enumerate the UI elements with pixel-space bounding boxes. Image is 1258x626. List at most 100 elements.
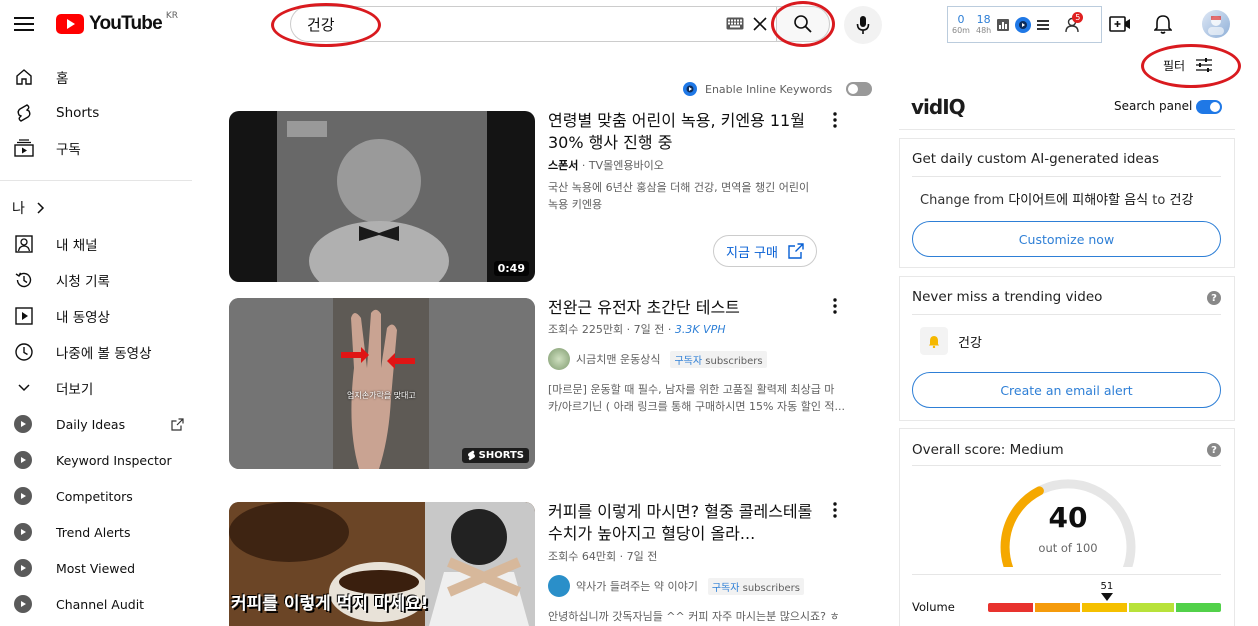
keyboard-icon[interactable] <box>726 17 744 30</box>
search-panel-switch[interactable] <box>1196 100 1222 114</box>
score-max-label: out of 100 <box>1038 541 1098 555</box>
vidiq-dot-icon <box>14 559 32 577</box>
sidebar-item-shorts[interactable]: Shorts <box>12 95 192 131</box>
volume-marker: 51 <box>1097 581 1117 601</box>
search-button[interactable] <box>776 6 830 42</box>
more-options-icon[interactable] <box>827 296 843 316</box>
vidiq-dot-icon <box>14 451 32 469</box>
vidiq-toolbar[interactable]: 0 60m 18 48h 5 <box>947 6 1102 43</box>
shorts-badge: SHORTS <box>461 448 529 463</box>
sidebar-item-show-more[interactable]: 더보기 <box>12 370 192 406</box>
video-title[interactable]: 커피를 이렇게 마시면? 혈중 콜레스테롤 수치가 높아지고 혈당이 올라... <box>548 501 823 545</box>
sliders-icon <box>1195 57 1213 73</box>
ai-ideas-card: Get daily custom AI-generated ideas Chan… <box>899 138 1235 268</box>
sidebar-vidiq-trend-alerts[interactable]: Trend Alerts <box>14 514 184 550</box>
sidebar-item-my-videos[interactable]: 내 동영상 <box>12 298 192 334</box>
more-options-icon[interactable] <box>827 110 843 130</box>
create-video-icon[interactable] <box>1108 12 1132 36</box>
help-icon[interactable]: ? <box>1207 291 1221 305</box>
subscriber-badge: 구독자 subscribers <box>707 577 804 595</box>
chevron-right-icon <box>37 202 45 214</box>
vidiq-alerts-icon[interactable]: 5 <box>1065 11 1084 33</box>
notification-count-badge: 5 <box>1072 11 1084 23</box>
thumbnail-caption: 커피를 이렇게 먹지 마세요! <box>231 594 429 614</box>
search-panel-label: Search panel <box>1114 99 1193 113</box>
buy-now-label: 지금 구매 <box>726 245 778 261</box>
channel-name[interactable]: TV몰엔용바이오 <box>589 159 664 172</box>
video-description: 국산 녹용에 6년산 홍삼을 더해 건강, 면역을 챙긴 어린이 녹용 키엔용 <box>548 181 810 211</box>
customize-now-button[interactable]: Customize now <box>912 221 1221 257</box>
home-icon <box>12 65 36 89</box>
video-title[interactable]: 연령별 맞춤 어린이 녹용, 키엔용 11월 30% 행사 진행 중 <box>548 110 823 154</box>
inline-keywords-switch[interactable] <box>846 82 873 96</box>
sidebar-vidiq-keyword-inspector[interactable]: Keyword Inspector <box>14 442 184 478</box>
volume-label: Volume <box>912 600 955 614</box>
shorts-icon <box>12 101 36 125</box>
sidebar-vidiq-competitors[interactable]: Competitors <box>14 478 184 514</box>
help-icon[interactable]: ? <box>1207 443 1221 457</box>
sidebar-item-history[interactable]: 시청 기록 <box>12 262 192 298</box>
video-thumbnail[interactable]: 엄지손가락을 맞대고 SHORTS <box>229 298 535 469</box>
overall-score-card: Overall score: Medium ? 40 out of 100 Vo… <box>899 428 1235 626</box>
sidebar-you-heading[interactable]: 나 <box>12 190 192 226</box>
trending-alert-card: Never miss a trending video ? 건강 Create … <box>899 276 1235 421</box>
bar-chart-icon[interactable] <box>997 18 1010 31</box>
score-divider <box>912 465 1221 466</box>
channel-avatar[interactable] <box>548 348 570 370</box>
filter-label: 필터 <box>1163 58 1186 73</box>
vidiq-panel-header: vidIQ Search panel <box>899 88 1235 130</box>
channel-row[interactable]: 약사가 들려주는 약 이야기 구독자 subscribers <box>548 575 804 597</box>
voice-search-button[interactable] <box>844 6 882 44</box>
clear-search-icon[interactable] <box>750 14 770 34</box>
sidebar-vidiq-most-viewed[interactable]: Most Viewed <box>14 550 184 586</box>
vidiq-small-logo-icon <box>683 82 697 96</box>
score-value: 40 <box>1048 501 1088 534</box>
shorts-badge-icon <box>467 450 476 461</box>
channel-name[interactable]: 약사가 들려주는 약 이야기 <box>576 578 698 594</box>
vidiq-logo-icon[interactable] <box>1015 16 1032 33</box>
video-thumbnail[interactable]: 0:49 <box>229 111 535 282</box>
volume-divider <box>912 574 1221 575</box>
sidebar-item-my-channel[interactable]: 내 채널 <box>12 226 192 262</box>
ai-ideas-title: Get daily custom AI-generated ideas <box>912 151 1160 167</box>
channel-avatar[interactable] <box>548 575 570 597</box>
video-thumbnail[interactable]: 커피를 이렇게 먹지 마세요! <box>229 502 535 626</box>
vph-value: 3.3K VPH <box>674 323 726 336</box>
search-input[interactable]: 건강 <box>290 6 776 42</box>
channel-name[interactable]: 시금치맨 운동상식 <box>576 351 660 367</box>
trending-divider <box>912 314 1221 315</box>
sidebar-item-home[interactable]: 홈 <box>12 59 192 95</box>
sidebar-divider <box>0 180 192 181</box>
my-channel-icon <box>12 232 36 256</box>
stat-60m: 0 60m <box>952 13 970 35</box>
volume-bar <box>988 603 1221 612</box>
channel-row[interactable]: 시금치맨 운동상식 구독자 subscribers <box>548 348 767 370</box>
search-value: 건강 <box>307 15 335 34</box>
video-description: 안녕하십니까 갓독자님들 ^^ 커피 자주 마시는분 많으시죠? ㅎㅎ <box>548 610 840 623</box>
filter-button[interactable]: 필터 <box>1163 55 1213 75</box>
vidiq-dot-icon <box>14 487 32 505</box>
inline-keywords-toggle-row[interactable]: Enable Inline Keywords <box>683 80 873 98</box>
country-code: KR <box>165 11 179 21</box>
sidebar-item-watch-later[interactable]: 나중에 볼 동영상 <box>12 334 192 370</box>
video-stats: 조회수 64만회 · 7일 전 <box>548 550 658 563</box>
video-title[interactable]: 전완근 유전자 초간단 테스트 <box>548 297 823 319</box>
more-options-icon[interactable] <box>827 500 843 520</box>
change-keyword-line: Change from 다이어트에 피해야할 음식 to 건강 <box>920 193 1194 208</box>
sidebar-vidiq-daily-ideas[interactable]: Daily Ideas <box>14 406 184 442</box>
video-stats: 조회수 225만회 · 7일 전 · 3.3K VPH <box>548 323 726 336</box>
open-external-icon <box>788 243 804 259</box>
list-icon[interactable] <box>1037 19 1050 30</box>
sponsor-line: 스폰서 · TV몰엔용바이오 <box>548 159 664 172</box>
buy-now-button[interactable]: 지금 구매 <box>713 235 817 267</box>
menu-icon[interactable] <box>12 12 36 36</box>
account-avatar[interactable] <box>1202 10 1230 38</box>
vidiq-brand-logo: vidIQ <box>911 95 966 119</box>
youtube-logo[interactable]: YouTube KR <box>56 11 179 36</box>
sidebar-vidiq-channel-audit[interactable]: Channel Audit <box>14 586 184 622</box>
sidebar-item-subscriptions[interactable]: 구독 <box>12 130 192 166</box>
stat-48h: 18 48h <box>975 13 992 35</box>
create-email-alert-button[interactable]: Create an email alert <box>912 372 1221 408</box>
watch-later-icon <box>12 340 36 364</box>
notifications-bell-icon[interactable] <box>1151 12 1175 36</box>
